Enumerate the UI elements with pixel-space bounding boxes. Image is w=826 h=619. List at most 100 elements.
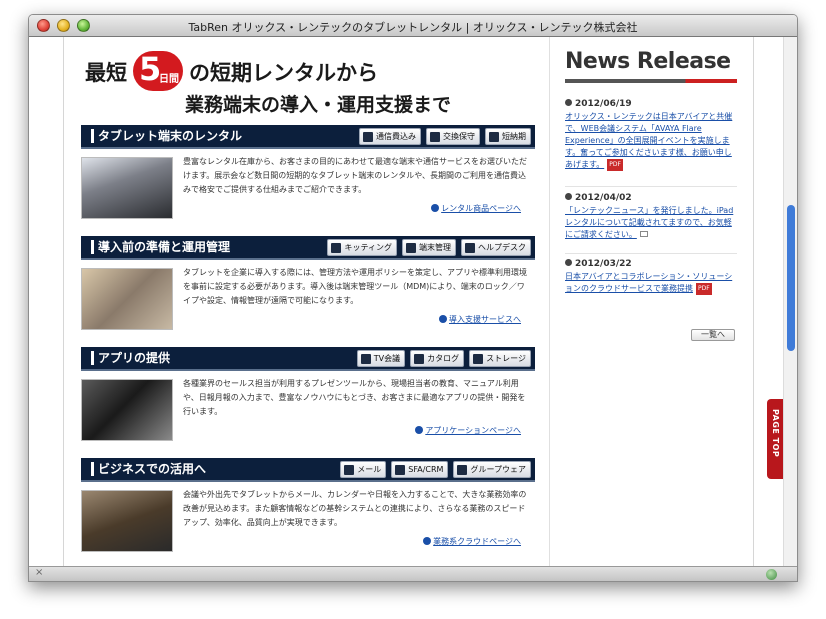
section-description: 豊富なレンタル在庫から、お客さまの目的にあわせて最適な端末や通信サービスをお選び… [183,157,527,194]
news-link[interactable]: 「レンテックニュース」を発行しました。iPadレンタルについて記載されてますので… [565,205,739,241]
tag-button[interactable]: 端末管理 [402,239,456,256]
link-label: レンタル商品ページへ [441,204,521,213]
news-link-text[interactable]: 「レンテックニュース」を発行しました。iPadレンタルについて記載されてますので… [565,206,733,239]
tag-label: SFA/CRM [408,465,444,474]
tag-button[interactable]: ストレージ [469,350,531,367]
section-title: アプリの提供 [91,351,170,365]
bullet-icon [565,259,572,266]
link-label: アプリケーションページへ [425,426,521,435]
window-title: TabRen オリックス・レンテックのタブレットレンタル | オリックス・レンテ… [188,21,638,34]
tag-button[interactable]: 短納期 [485,128,531,145]
arrow-circle-icon [423,537,432,545]
tablet-hands-photo [81,379,173,441]
tag-label: 通信費込み [376,132,416,141]
news-list-label: 一覧へ [701,330,725,339]
status-indicator-icon [766,569,777,580]
pdf-badge: PDF [696,283,712,295]
section-header: アプリの提供 TV会議 カタログ ストレージ [81,347,535,371]
tag-label: ストレージ [486,354,526,363]
news-link-text[interactable]: オリックス・レンテックは日本アバイアと共催で、WEB会議システム「AVAYA F… [565,112,732,169]
section-header: 導入前の準備と運用管理 キッティング 端末管理 ヘルプデスク [81,236,535,260]
book-icon [414,353,425,364]
tag-label: グループウェア [470,465,526,474]
monitor-icon [360,353,371,364]
applications-link[interactable]: アプリケーションページへ [415,425,521,436]
news-item: 2012/03/22 日本アバイアとコラボレーション・ソリューションのクラウドサ… [565,259,739,295]
page-right-rule [753,37,754,566]
truck-icon [489,131,499,142]
tag-label: メール [357,465,382,474]
days-badge: 5 日間 [133,50,183,91]
section-tags: メール SFA/CRM グループウェア [340,461,531,479]
days-badge-unit: 日間 [159,74,179,85]
headline-part1: 最短 [85,61,127,85]
tag-button[interactable]: カタログ [410,350,465,367]
section-header: タブレット端末のレンタル 通信費込み 交換保守 短納期 [81,125,535,149]
group-icon [457,464,468,475]
hero-headline: 最短 5 日間 の短期レンタルから 業務端末の導入・運用支援まで [85,50,535,116]
tag-label: ヘルプデスク [478,243,526,252]
status-close-icon[interactable]: × [35,567,43,578]
vertical-scrollbar[interactable] [783,37,797,566]
section-description: 会議や外出先でタブレットからメール、カレンダーや日報を入力することで、大きな業務… [183,490,527,527]
tag-button[interactable]: SFA/CRM [391,461,449,478]
tag-button[interactable]: ヘルプデスク [461,239,531,256]
title-bar: TabRen オリックス・レンテックのタブレットレンタル | オリックス・レンテ… [29,15,797,37]
section-tags: TV会議 カタログ ストレージ [356,350,531,368]
section-header: ビジネスでの活用へ メール SFA/CRM グループウェア [81,458,535,482]
tag-label: 交換保守 [443,132,475,141]
news-link[interactable]: オリックス・レンテックは日本アバイアと共催で、WEB会議システム「AVAYA F… [565,111,739,171]
news-separator [565,253,737,254]
news-separator [565,186,737,187]
tag-label: 短納期 [502,132,526,141]
tag-label: TV会議 [373,354,401,363]
cloud-icon [395,464,406,475]
scrollbar-thumb[interactable] [787,205,795,351]
headline-part2: の短期レンタルから [189,61,378,85]
tag-button[interactable]: 交換保守 [426,128,480,145]
news-list-button[interactable]: 一覧へ [691,329,735,341]
bullet-icon [565,99,572,106]
tag-button[interactable]: 通信費込み [359,128,421,145]
arrow-circle-icon [415,426,424,434]
link-label: 業務系クラウドページへ [433,537,521,546]
deployment-support-link[interactable]: 導入支援サービスへ [439,314,521,325]
news-date: 2012/06/19 [565,99,739,109]
tag-label: キッティング [344,243,392,252]
news-date-text: 2012/06/19 [575,99,632,109]
tag-button[interactable]: TV会議 [356,350,406,367]
section-description: 各種業界のセールス担当が利用するプレゼンツールから、現場担当者の教育、マニュアル… [183,379,526,416]
section-title: タブレット端末のレンタル [91,129,242,143]
tag-button[interactable]: グループウェア [453,461,531,478]
bullet-icon [565,193,572,200]
link-label: 導入支援サービスへ [449,315,521,324]
tag-label: カタログ [427,354,460,363]
news-release-title: News Release [565,49,731,74]
status-bar: × [29,566,797,581]
business-cloud-link[interactable]: 業務系クラウドページへ [423,536,521,547]
wrench-icon [430,131,440,142]
mail-icon [344,464,355,475]
device-manage-icon [406,242,416,253]
column-separator [549,37,550,566]
section-tags: キッティング 端末管理 ヘルプデスク [327,239,531,257]
page-left-rule [63,37,64,566]
tag-label: 端末管理 [419,243,451,252]
rental-products-link[interactable]: レンタル商品ページへ [431,203,521,214]
headline-line2: 業務端末の導入・運用支援まで [185,94,452,116]
tag-button[interactable]: メール [340,461,387,478]
external-window-icon [639,231,648,237]
news-date: 2012/04/02 [565,193,739,203]
office-photo [81,268,173,330]
arrow-circle-icon [431,204,440,212]
tag-button[interactable]: キッティング [327,239,397,256]
phone-icon [363,131,373,142]
section-title: ビジネスでの活用へ [91,462,206,476]
database-icon [473,353,484,364]
section-tags: 通信費込み 交換保守 短納期 [359,128,531,146]
news-date-text: 2012/03/22 [575,259,632,269]
page-viewport: 最短 5 日間 の短期レンタルから 業務端末の導入・運用支援まで タブレット端末… [29,37,797,566]
news-link[interactable]: 日本アバイアとコラボレーション・ソリューションのクラウドサービスで業務提携 PDF [565,271,739,295]
days-badge-number: 5 [139,50,162,88]
news-item: 2012/04/02 「レンテックニュース」を発行しました。iPadレンタルにつ… [565,193,739,241]
